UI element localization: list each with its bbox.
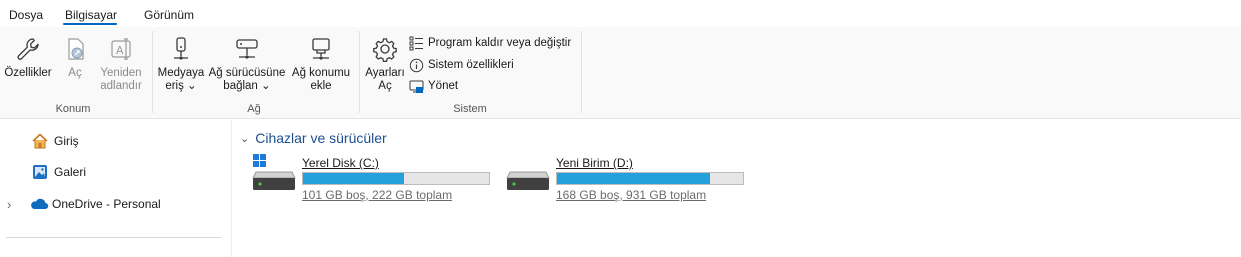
svg-text:A: A [116, 44, 124, 57]
ag-surucusune-baglan-button[interactable]: Ağ sürücüsüne bağlan ⌄ [207, 33, 287, 93]
map-network-drive-icon [236, 39, 258, 59]
ag-konumu-ekle-button[interactable]: Ağ konumu ekle [289, 33, 353, 93]
home-icon [32, 133, 48, 149]
ag-konumu-label-line2: ekle [310, 80, 332, 92]
group-label-sistem: Sistem [453, 103, 487, 115]
ribbon: Özellikler Aç A Yeniden adlandır Konum M… [0, 27, 1241, 119]
program-kaldir-button[interactable]: Program kaldır veya değiştir [409, 34, 571, 52]
content-area: ⌄ Cihazlar ve sürücüler Yerel Disk (C:) … [232, 118, 1241, 257]
yonet-label: Yönet [428, 80, 459, 92]
manage-icon [409, 80, 424, 93]
chevron-right-icon[interactable]: › [7, 197, 19, 212]
ozellikler-label: Özellikler [4, 67, 52, 79]
ag-surucusune-label-line2: bağlan [223, 80, 258, 92]
add-network-location-icon [312, 38, 330, 60]
drive-usage-fill [303, 173, 405, 184]
onedrive-cloud-icon [31, 198, 49, 210]
section-title: Cihazlar ve sürücüler [255, 130, 387, 146]
rename-icon: A [111, 38, 131, 60]
drive-free-space: 168 GB boş, 931 GB toplam [556, 188, 707, 202]
ayarlari-ac-button[interactable]: Ayarları Aç [362, 33, 408, 93]
nav-label-onedrive: OneDrive - Personal [52, 197, 161, 211]
group-separator [152, 31, 153, 113]
gallery-icon [33, 165, 47, 179]
ayarlari-label-line2: Aç [378, 80, 392, 92]
info-icon [409, 58, 424, 72]
drive-usage-fill [557, 173, 710, 184]
drive-usage-bar [556, 172, 744, 185]
navigation-pane: Giriş Galeri › OneDrive - Personal [0, 118, 232, 257]
ayarlari-label-line1: Ayarları [365, 67, 405, 79]
chevron-down-icon: ⌄ [240, 132, 250, 145]
yeniden-adlandir-button[interactable]: A Yeniden adlandır [96, 33, 146, 93]
program-kaldir-label: Program kaldır veya değiştir [428, 37, 572, 49]
medyaya-label-line2: eriş [165, 80, 184, 92]
group-label-konum: Konum [55, 103, 91, 115]
gear-icon [373, 38, 397, 63]
drive-d[interactable]: Yeni Birim (D:) 168 GB boş, 931 GB topla… [506, 154, 746, 204]
windows-drive-icon [252, 154, 296, 190]
menu-tab-dosya[interactable]: Dosya [9, 8, 43, 22]
nav-item-galeri[interactable]: Galeri [0, 161, 86, 183]
sistem-ozellikleri-label: Sistem özellikleri [428, 59, 514, 71]
ac-button[interactable]: Aç [60, 33, 90, 80]
medyaya-eris-button[interactable]: Medyaya eriş ⌄ [156, 33, 206, 93]
media-access-icon [174, 37, 188, 60]
drive-free-space: 101 GB boş, 222 GB toplam [302, 188, 453, 202]
nav-item-onedrive[interactable]: › OneDrive - Personal [0, 193, 161, 215]
group-separator [581, 31, 582, 113]
wrench-icon [17, 38, 39, 60]
yeniden-label-line2: adlandır [100, 80, 142, 92]
program-list-icon [409, 36, 423, 50]
menu-tab-gorunum[interactable]: Görünüm [144, 8, 194, 22]
section-header-devices[interactable]: ⌄ Cihazlar ve sürücüler [240, 130, 387, 146]
nav-divider [6, 237, 221, 238]
active-tab-indicator [63, 23, 117, 25]
medyaya-label-line1: Medyaya [157, 67, 205, 79]
chevron-down-icon: ⌄ [257, 80, 271, 92]
ozellikler-button[interactable]: Özellikler [2, 33, 54, 80]
group-separator [359, 31, 360, 113]
ac-label: Aç [68, 67, 82, 79]
menu-tab-bilgisayar[interactable]: Bilgisayar [65, 8, 117, 22]
drive-name: Yerel Disk (C:) [302, 156, 379, 170]
drive-usage-bar [302, 172, 490, 185]
nav-label-galeri: Galeri [54, 165, 87, 179]
drive-c[interactable]: Yerel Disk (C:) 101 GB boş, 222 GB topla… [252, 154, 492, 204]
yonet-button[interactable]: Yönet [409, 77, 458, 95]
ag-konumu-label-line1: Ağ konumu [291, 67, 351, 79]
nav-label-giris: Giriş [54, 134, 79, 148]
ag-surucusune-label-line1: Ağ sürücüsüne [208, 67, 286, 79]
chevron-down-icon: ⌄ [183, 80, 197, 92]
yeniden-label-line1: Yeniden [100, 67, 142, 79]
sistem-ozellikleri-button[interactable]: Sistem özellikleri [409, 56, 514, 74]
open-icon [68, 38, 84, 60]
drive-name: Yeni Birim (D:) [556, 156, 633, 170]
group-label-ag: Ağ [247, 103, 261, 115]
drive-icon [506, 171, 550, 190]
menu-bar: Dosya Bilgisayar Görünüm [0, 0, 1241, 27]
nav-item-giris[interactable]: Giriş [0, 130, 79, 152]
